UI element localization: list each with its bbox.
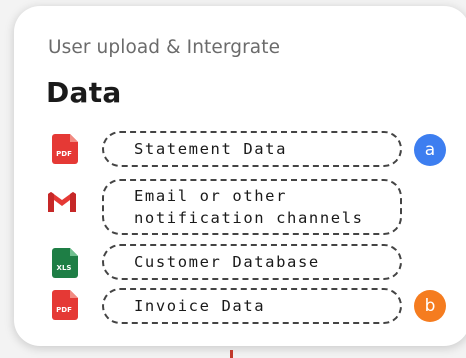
source-pill-email: Email or other notification channels [102, 179, 402, 235]
source-pill-invoice-data: Invoice Data [102, 288, 402, 324]
pdf-file-icon: PDF [52, 290, 78, 324]
source-label-line-1: Email or other [134, 187, 288, 205]
card-title: Data [46, 76, 122, 109]
source-pill-statement-data: Statement Data [102, 131, 402, 167]
source-label: Invoice Data [134, 297, 266, 315]
pdf-icon-label: PDF [56, 150, 72, 158]
source-label: Statement Data [134, 140, 288, 158]
step-badge-a: a [414, 134, 446, 166]
card-subtitle: User upload & Intergrate [48, 37, 281, 58]
gmail-icon [46, 190, 78, 218]
xls-file-icon: XLS [52, 248, 78, 282]
connector-stub [230, 350, 233, 358]
source-pill-customer-database: Customer Database [102, 244, 402, 280]
canvas: User upload & Intergrate Data PDF Statem… [0, 0, 466, 358]
source-label: Customer Database [134, 253, 320, 271]
pdf-file-icon: PDF [52, 134, 78, 168]
step-badge-b: b [414, 290, 446, 322]
xls-icon-label: XLS [57, 264, 72, 272]
source-label-line-2: notification channels [134, 209, 364, 227]
pdf-icon-label: PDF [56, 306, 72, 314]
